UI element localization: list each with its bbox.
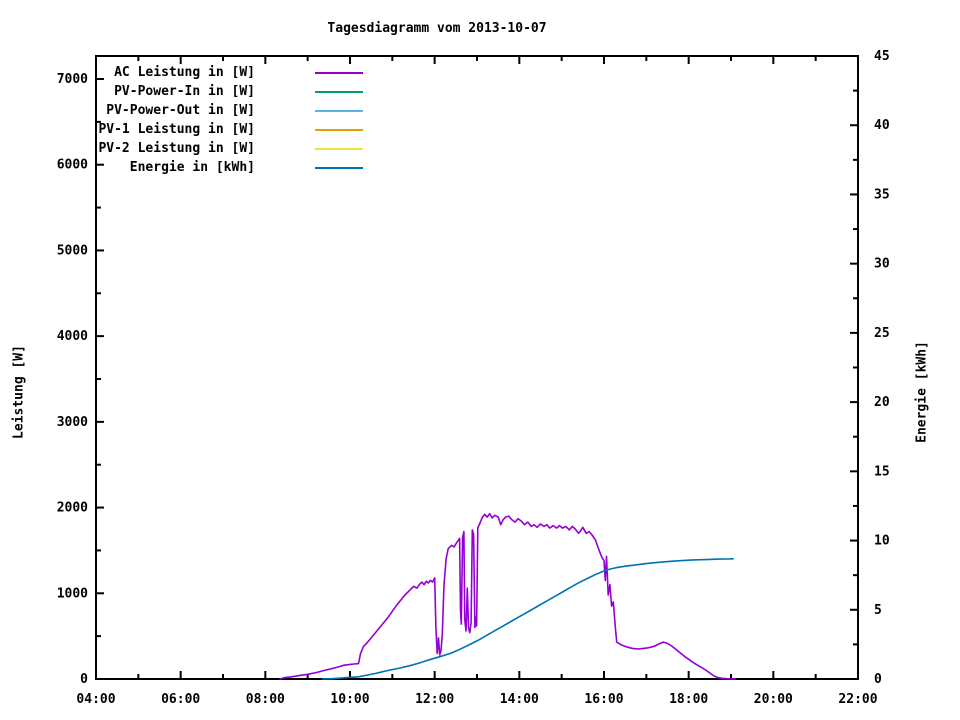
legend-label: PV-Power-In in [W]: [0, 84, 255, 99]
y2-tick-label: 20: [874, 395, 890, 410]
x-tick-label: 18:00: [669, 692, 708, 707]
legend-item-5: PV-2 Leistung in [W]: [0, 139, 363, 158]
y2-tick-label: 0: [874, 672, 882, 687]
y2-tick-label: 5: [874, 603, 882, 618]
y-tick-label: 2000: [57, 501, 88, 516]
legend: AC Leistung in [W] PV-Power-In in [W] PV-P…: [0, 63, 363, 177]
y2-tick-label: 10: [874, 534, 890, 549]
legend-label: PV-Power-Out in [W]: [0, 103, 255, 118]
y-tick-label: 4000: [57, 329, 88, 344]
legend-item-2: PV-Power-In in [W]: [0, 82, 363, 101]
legend-label: PV-1 Leistung in [W]: [0, 122, 255, 137]
y2-tick-label: 25: [874, 326, 890, 341]
y-tick-label: 3000: [57, 415, 88, 430]
x-tick-label: 22:00: [838, 692, 877, 707]
daily-diagram-screen: Tagesdiagramm vom 2013-10-07 Leistung [W…: [0, 0, 960, 720]
x-tick-label: 10:00: [330, 692, 369, 707]
x-tick-label: 16:00: [584, 692, 623, 707]
legend-line-sample: [315, 110, 363, 112]
legend-item-3: PV-Power-Out in [W]: [0, 101, 363, 120]
legend-item-6: Energie in [kWh]: [0, 158, 363, 177]
legend-label: AC Leistung in [W]: [0, 65, 255, 80]
legend-line-sample: [315, 148, 363, 150]
legend-label: Energie in [kWh]: [0, 160, 255, 175]
x-tick-label: 20:00: [754, 692, 793, 707]
x-tick-label: 12:00: [415, 692, 454, 707]
legend-line-sample: [315, 72, 363, 74]
legend-item-1: AC Leistung in [W]: [0, 63, 363, 82]
y-tick-label: 1000: [57, 586, 88, 601]
legend-line-sample: [315, 91, 363, 93]
legend-label: PV-2 Leistung in [W]: [0, 141, 255, 156]
series-line-1: [280, 514, 735, 679]
legend-item-4: PV-1 Leistung in [W]: [0, 120, 363, 139]
y2-tick-label: 45: [874, 49, 890, 64]
y2-tick-label: 30: [874, 257, 890, 272]
x-tick-label: 04:00: [76, 692, 115, 707]
y2-tick-label: 40: [874, 118, 890, 133]
x-tick-label: 06:00: [161, 692, 200, 707]
y-tick-label: 0: [80, 672, 88, 687]
y-tick-label: 5000: [57, 243, 88, 258]
legend-line-sample: [315, 129, 363, 131]
y2-tick-label: 15: [874, 464, 890, 479]
y2-tick-label: 35: [874, 187, 890, 202]
x-tick-label: 14:00: [500, 692, 539, 707]
x-tick-label: 08:00: [246, 692, 285, 707]
series-line-6: [323, 559, 734, 679]
legend-line-sample: [315, 167, 363, 169]
